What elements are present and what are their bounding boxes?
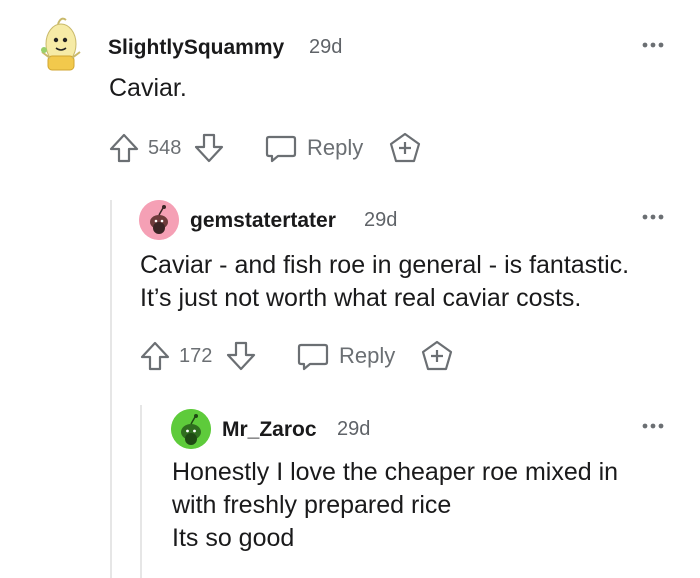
speech-bubble-icon bbox=[265, 135, 297, 163]
timestamp[interactable]: 29d bbox=[337, 418, 370, 441]
reply-button[interactable]: Reply bbox=[296, 339, 396, 373]
more-options-button[interactable] bbox=[640, 418, 670, 434]
more-options-icon bbox=[642, 423, 664, 429]
avatar-mr-zaroc[interactable] bbox=[171, 409, 211, 449]
more-options-icon bbox=[642, 214, 664, 220]
upvote-button[interactable] bbox=[139, 340, 171, 372]
vote-count: 548 bbox=[148, 137, 182, 159]
avatar-slightlysquammy[interactable] bbox=[34, 14, 86, 78]
award-plus-icon bbox=[421, 340, 453, 371]
username[interactable]: SlightlySquammy bbox=[108, 36, 284, 60]
reply-label: Reply bbox=[307, 135, 364, 160]
upvote-arrow-icon bbox=[109, 133, 139, 163]
downvote-arrow-icon bbox=[194, 133, 224, 163]
upvote-button[interactable] bbox=[108, 132, 140, 164]
avatar-gemstatertater[interactable] bbox=[139, 200, 179, 240]
comment-line: It’s just not worth what real caviar cos… bbox=[140, 284, 582, 312]
comment-body: Caviar. bbox=[109, 72, 187, 105]
downvote-button[interactable] bbox=[193, 132, 225, 164]
comment-line: Honestly I love the cheaper roe mixed in bbox=[172, 458, 619, 486]
comment-body: Honestly I love the cheaper roe mixed in… bbox=[172, 456, 618, 555]
comment-line: Caviar - and fish roe in general - is fa… bbox=[140, 251, 630, 279]
timestamp[interactable]: 29d bbox=[309, 36, 342, 59]
award-button[interactable] bbox=[420, 340, 454, 372]
more-options-icon bbox=[642, 42, 664, 48]
comment-line: Its so good bbox=[172, 524, 295, 552]
username[interactable]: Mr_Zaroc bbox=[222, 418, 317, 442]
downvote-button[interactable] bbox=[225, 340, 257, 372]
vote-count: 172 bbox=[179, 345, 213, 367]
more-options-button[interactable] bbox=[640, 209, 670, 225]
comment-body: Caviar - and fish roe in general - is fa… bbox=[140, 249, 629, 315]
comment-line: with freshly prepared rice bbox=[172, 491, 452, 519]
username[interactable]: gemstatertater bbox=[190, 209, 336, 233]
upvote-arrow-icon bbox=[140, 341, 170, 371]
thread-line-2[interactable] bbox=[140, 405, 142, 578]
reply-label: Reply bbox=[339, 343, 396, 368]
timestamp[interactable]: 29d bbox=[364, 209, 397, 232]
reply-button[interactable]: Reply bbox=[264, 131, 364, 165]
more-options-button[interactable] bbox=[640, 37, 670, 53]
award-button[interactable] bbox=[388, 132, 422, 164]
downvote-arrow-icon bbox=[226, 341, 256, 371]
thread-line-1[interactable] bbox=[110, 200, 112, 578]
comment-line: Caviar. bbox=[109, 74, 187, 102]
speech-bubble-icon bbox=[297, 343, 329, 371]
award-plus-icon bbox=[389, 132, 421, 163]
